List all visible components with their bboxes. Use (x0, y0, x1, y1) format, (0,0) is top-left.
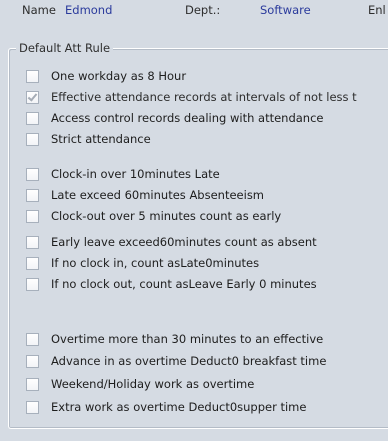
dept-label: Dept.: (185, 3, 221, 17)
checkbox[interactable] (26, 111, 39, 125)
checkbox[interactable] (26, 167, 39, 181)
group-title: Default Att Rule (16, 40, 114, 56)
option-clock-out-early[interactable]: Clock-out over 5 minutes count as early (26, 207, 281, 225)
option-label: Strict attendance (51, 132, 151, 146)
name-label: Name (22, 3, 56, 17)
option-extra-work-supper[interactable]: Extra work as overtime Deduct0supper tim… (26, 398, 306, 416)
option-access-control-records[interactable]: Access control records dealing with atte… (26, 109, 324, 127)
checkbox[interactable] (26, 188, 39, 202)
checkbox-checked[interactable] (26, 90, 39, 104)
option-weekend-holiday-overtime[interactable]: Weekend/Holiday work as overtime (26, 375, 254, 393)
checkbox[interactable] (26, 132, 39, 146)
checkbox[interactable] (26, 400, 39, 414)
option-label: Effective attendance records at interval… (51, 90, 357, 104)
option-no-clock-out[interactable]: If no clock out, count asLeave Early 0 m… (26, 275, 317, 293)
option-label: Clock-in over 10minutes Late (51, 167, 220, 181)
checkbox[interactable] (26, 209, 39, 223)
option-one-workday-8-hour[interactable]: One workday as 8 Hour (26, 67, 186, 85)
employee-header: Name Edmond Dept.: Software Enl (0, 0, 388, 24)
option-clock-in-late[interactable]: Clock-in over 10minutes Late (26, 165, 220, 183)
option-label: Late exceed 60minutes Absenteeism (51, 188, 265, 202)
option-early-leave-absent[interactable]: Early leave exceed60minutes count as abs… (26, 233, 317, 251)
option-label: If no clock out, count asLeave Early 0 m… (51, 277, 317, 291)
dept-value: Software (260, 3, 311, 17)
option-label: Overtime more than 30 minutes to an effe… (51, 332, 324, 346)
checkbox[interactable] (26, 256, 39, 270)
option-advance-overtime-breakfast[interactable]: Advance in as overtime Deduct0 breakfast… (26, 352, 326, 370)
checkbox[interactable] (26, 377, 39, 391)
option-late-absenteeism[interactable]: Late exceed 60minutes Absenteeism (26, 186, 264, 204)
option-no-clock-in[interactable]: If no clock in, count asLate0minutes (26, 254, 259, 272)
option-label: Advance in as overtime Deduct0 breakfast… (51, 354, 327, 368)
option-label: Clock-out over 5 minutes count as early (51, 209, 282, 223)
name-value: Edmond (65, 3, 113, 17)
option-label: Extra work as overtime Deduct0supper tim… (51, 400, 307, 414)
option-effective-attendance-interval[interactable]: Effective attendance records at interval… (26, 88, 357, 106)
option-label: One workday as 8 Hour (51, 69, 187, 83)
option-label: If no clock in, count asLate0minutes (51, 256, 260, 270)
checkbox[interactable] (26, 332, 39, 346)
option-overtime-effective[interactable]: Overtime more than 30 minutes to an effe… (26, 330, 323, 348)
attendance-rule-window: Name Edmond Dept.: Software Enl Default … (0, 0, 388, 441)
option-label: Weekend/Holiday work as overtime (51, 377, 255, 391)
option-strict-attendance[interactable]: Strict attendance (26, 130, 151, 148)
truncated-header-label: Enl (368, 3, 386, 17)
option-label: Early leave exceed60minutes count as abs… (51, 235, 317, 249)
option-label: Access control records dealing with atte… (51, 111, 324, 125)
checkbox[interactable] (26, 235, 39, 249)
checkbox[interactable] (26, 277, 39, 291)
checkbox[interactable] (26, 354, 39, 368)
checkbox[interactable] (26, 69, 39, 83)
